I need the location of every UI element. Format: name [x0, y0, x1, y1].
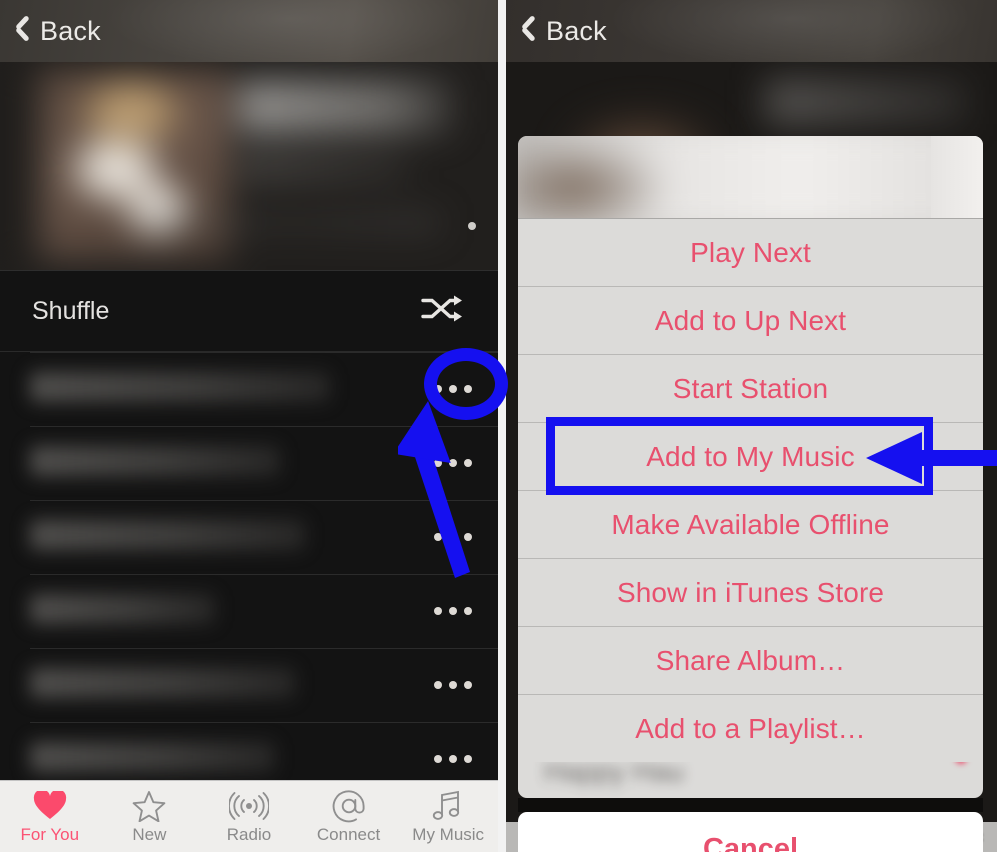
row-divider [30, 648, 498, 649]
tab-label: New [132, 825, 167, 844]
row-divider [30, 426, 498, 427]
ellipsis-button[interactable] [434, 459, 472, 467]
heart-icon [33, 789, 67, 823]
ellipsis-button[interactable] [434, 681, 472, 689]
menu-item-add-to-my-music[interactable]: Add to My Music [518, 422, 983, 490]
background-text-leak: Happy Hau [518, 762, 983, 798]
tab-label: For You [20, 825, 80, 844]
chevron-left-icon [14, 18, 31, 46]
track-title-blurred [30, 446, 280, 476]
right-phone-panel: Back For You New Radio Connect My Music … [506, 0, 997, 852]
left-navbar: Back [0, 0, 498, 62]
track-title-blurred [30, 520, 305, 550]
header-right-edge [931, 136, 983, 218]
chevron-left-icon [520, 18, 537, 46]
row-divider [30, 500, 498, 501]
album-header-blurred [0, 62, 498, 270]
album-art-edge [6, 66, 42, 262]
action-sheet-menu: Play Next Add to Up Next Start Station A… [518, 218, 983, 762]
tab-label: My Music [412, 825, 485, 844]
menu-item-start-station[interactable]: Start Station [518, 354, 983, 422]
track-title-blurred [30, 668, 295, 698]
row-divider [30, 574, 498, 575]
broadcast-icon [228, 789, 269, 823]
menu-item-make-available-offline[interactable]: Make Available Offline [518, 490, 983, 558]
shuffle-label: Shuffle [32, 296, 110, 325]
menu-item-share-album[interactable]: Share Album… [518, 626, 983, 694]
back-button-right[interactable]: Back [520, 16, 607, 47]
track-row[interactable] [0, 574, 498, 648]
at-sign-icon [331, 789, 367, 823]
tab-connect[interactable]: Connect [299, 781, 399, 845]
tab-my-music[interactable]: My Music [398, 781, 498, 845]
panel-divider [498, 0, 506, 852]
track-row[interactable] [0, 648, 498, 722]
back-label: Back [40, 16, 101, 46]
row-divider [30, 722, 498, 723]
tab-new[interactable]: New [100, 781, 200, 845]
music-note-icon [431, 789, 465, 823]
track-title-blurred [30, 372, 330, 402]
shuffle-row[interactable]: Shuffle [0, 270, 498, 352]
tab-label: Radio [226, 825, 272, 844]
sheet-gap [518, 798, 983, 812]
row-divider [30, 352, 498, 353]
right-navbar: Back [506, 0, 997, 62]
header-blur-layer [518, 136, 983, 218]
ellipsis-button[interactable] [434, 533, 472, 541]
menu-item-play-next[interactable]: Play Next [518, 218, 983, 286]
track-title-blurred [30, 594, 215, 624]
back-label: Back [546, 16, 607, 46]
tab-for-you[interactable]: For You [0, 781, 100, 845]
album-header-blur-layer [0, 62, 498, 270]
menu-item-add-to-a-playlist[interactable]: Add to a Playlist… [518, 694, 983, 762]
menu-item-add-to-up-next[interactable]: Add to Up Next [518, 286, 983, 354]
track-row[interactable] [0, 426, 498, 500]
menu-item-show-in-itunes-store[interactable]: Show in iTunes Store [518, 558, 983, 626]
ellipsis-button[interactable] [434, 755, 472, 763]
leaked-dot [955, 762, 967, 764]
album-meta-blurred [140, 212, 440, 234]
page-dot-indicator [468, 222, 476, 230]
tab-radio[interactable]: Radio [199, 781, 299, 845]
track-row[interactable] [0, 500, 498, 574]
track-row[interactable] [0, 352, 498, 426]
left-phone-panel: Back Shuffle For You New Radio Connect M… [0, 0, 498, 852]
background-title-blurred [766, 80, 966, 124]
tab-label: Connect [316, 825, 381, 844]
action-sheet: Play Next Add to Up Next Start Station A… [518, 136, 983, 852]
star-icon [132, 789, 166, 823]
track-title-blurred [30, 742, 275, 772]
album-title-blurred [238, 80, 453, 134]
ellipsis-button[interactable] [434, 607, 472, 615]
album-artist-blurred [238, 154, 408, 180]
leaked-text: Happy Hau [544, 762, 685, 787]
action-sheet-header-blurred [518, 136, 983, 218]
left-tabbar: For You New Radio Connect My Music [0, 780, 498, 852]
ellipsis-button[interactable] [434, 385, 472, 393]
shuffle-icon [420, 294, 464, 329]
cancel-button[interactable]: Cancel [518, 812, 983, 852]
back-button-left[interactable]: Back [14, 16, 101, 47]
